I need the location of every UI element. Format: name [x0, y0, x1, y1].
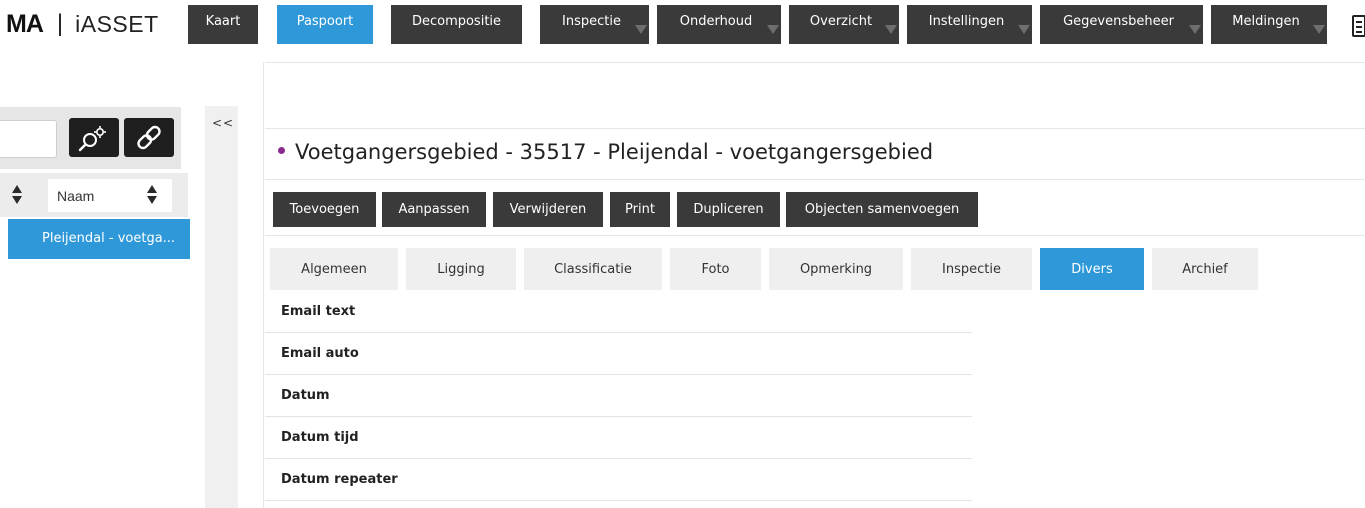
- tab-opmerking[interactable]: Opmerking: [769, 248, 903, 290]
- nav-label: Kaart: [205, 14, 241, 29]
- tab-label: Divers: [1071, 261, 1113, 277]
- merge-objects-button[interactable]: Objecten samenvoegen: [786, 192, 978, 227]
- nav-inspectie[interactable]: Inspectie: [540, 5, 649, 44]
- title-bullet-icon: [278, 146, 285, 154]
- nav-decompositie[interactable]: Decompositie: [391, 5, 522, 44]
- dropdown-caret-icon: [1018, 25, 1030, 34]
- app-logo[interactable]: MA | iASSET: [6, 9, 159, 39]
- divider: [265, 128, 1365, 129]
- dropdown-caret-icon: [1313, 25, 1325, 34]
- nav-label: Instellingen: [928, 14, 1005, 29]
- nav-label: Gegevensbeheer: [1063, 14, 1174, 29]
- collapse-panel: [205, 106, 238, 508]
- tab-label: Inspectie: [942, 261, 1001, 277]
- app-name: iASSET: [75, 10, 159, 37]
- button-label: Toevoegen: [289, 202, 360, 217]
- field-label: Datum tijd: [281, 430, 359, 445]
- nav-label: Decompositie: [411, 14, 502, 29]
- page-title: Voetgangersgebied - 35517 - Pleijendal -…: [278, 140, 933, 164]
- search-input[interactable]: [0, 120, 57, 158]
- add-button[interactable]: Toevoegen: [273, 192, 376, 227]
- divider: [265, 62, 1365, 63]
- tab-algemeen[interactable]: Algemeen: [270, 248, 398, 290]
- button-label: Aanpassen: [398, 202, 470, 217]
- main-border: [263, 62, 264, 508]
- button-label: Verwijderen: [509, 202, 587, 217]
- logo-separator: |: [56, 10, 64, 37]
- list-item-selected[interactable]: Pleijendal - voetga...: [8, 219, 190, 259]
- link-button[interactable]: [124, 118, 174, 157]
- nav-onderhoud[interactable]: Onderhoud: [657, 5, 781, 44]
- tab-foto[interactable]: Foto: [670, 248, 761, 290]
- sort-order-icon[interactable]: [147, 185, 157, 205]
- dropdown-caret-icon: [1189, 25, 1201, 34]
- list-item-label: Pleijendal - voetga...: [42, 231, 176, 246]
- nav-label: Meldingen: [1232, 14, 1300, 29]
- nav-label: Overzicht: [809, 14, 873, 29]
- field-row: Datum repeater: [265, 459, 972, 501]
- nav-label: Paspoort: [296, 14, 354, 29]
- sort-field-label: Naam: [57, 187, 95, 204]
- nav-instellingen[interactable]: Instellingen: [907, 5, 1032, 44]
- field-label: Email auto: [281, 346, 359, 361]
- tab-label: Foto: [701, 261, 730, 277]
- button-label: Dupliceren: [693, 202, 764, 217]
- tab-label: Archief: [1182, 261, 1228, 277]
- collapse-sidebar-button[interactable]: <<: [212, 116, 234, 130]
- tab-label: Algemeen: [301, 261, 367, 277]
- nav-overzicht[interactable]: Overzicht: [789, 5, 899, 44]
- dropdown-caret-icon: [767, 25, 779, 34]
- tab-label: Ligging: [437, 261, 485, 277]
- nav-label: Onderhoud: [679, 14, 753, 29]
- tab-label: Opmerking: [799, 261, 873, 277]
- nav-gegevensbeheer[interactable]: Gegevensbeheer: [1040, 5, 1203, 44]
- logo-mark: MA: [6, 9, 44, 38]
- field-row: Email text: [265, 291, 972, 333]
- delete-button[interactable]: Verwijderen: [493, 192, 603, 227]
- tab-archief[interactable]: Archief: [1152, 248, 1258, 290]
- search-settings-icon: [78, 126, 106, 152]
- divider: [265, 179, 1365, 180]
- dropdown-caret-icon: [885, 25, 897, 34]
- edit-button[interactable]: Aanpassen: [382, 192, 486, 227]
- dropdown-caret-icon: [635, 25, 647, 34]
- print-button[interactable]: Print: [610, 192, 670, 227]
- field-row: Datum tijd: [265, 417, 972, 459]
- field-label: Datum: [281, 388, 330, 403]
- tab-ligging[interactable]: Ligging: [406, 248, 516, 290]
- button-label: Print: [625, 202, 655, 217]
- nav-kaart[interactable]: Kaart: [188, 5, 258, 44]
- search-settings-button[interactable]: [69, 118, 119, 157]
- tab-inspectie[interactable]: Inspectie: [911, 248, 1032, 290]
- sort-arrows-icon[interactable]: [12, 185, 22, 205]
- page-title-text: Voetgangersgebied - 35517 - Pleijendal -…: [295, 140, 934, 164]
- field-label: Email text: [281, 304, 356, 319]
- duplicate-button[interactable]: Dupliceren: [677, 192, 780, 227]
- nav-meldingen[interactable]: Meldingen: [1211, 5, 1327, 44]
- field-row: Datum: [265, 375, 972, 417]
- button-label: Objecten samenvoegen: [804, 202, 960, 217]
- nav-paspoort[interactable]: Paspoort: [277, 5, 373, 44]
- divider: [265, 235, 1365, 236]
- nav-label: Inspectie: [562, 14, 621, 29]
- tab-divers[interactable]: Divers: [1040, 248, 1144, 290]
- tab-label: Classificatie: [554, 261, 632, 277]
- tab-classificatie[interactable]: Classificatie: [524, 248, 662, 290]
- link-icon: [137, 125, 161, 150]
- field-row: Email auto: [265, 333, 972, 375]
- field-label: Datum repeater: [281, 472, 398, 487]
- document-icon[interactable]: [1352, 15, 1365, 37]
